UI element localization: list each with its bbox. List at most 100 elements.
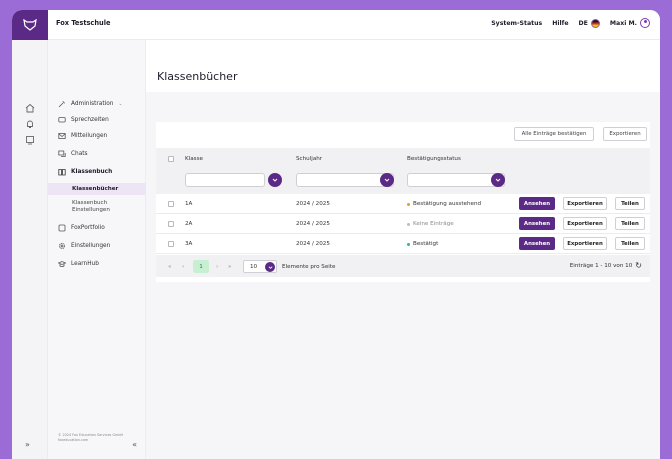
expand-rail-icon[interactable]: »	[25, 440, 30, 449]
row-checkbox[interactable]	[168, 221, 174, 227]
status-dot-pending-icon	[407, 202, 410, 206]
export-button[interactable]: Exportieren	[563, 217, 607, 230]
icon-rail: »	[12, 40, 48, 459]
graduation-icon	[58, 261, 66, 267]
sidebar-item-label: FoxPortfolio	[71, 225, 105, 231]
book-icon	[58, 169, 66, 176]
view-button[interactable]: Ansehen	[519, 217, 555, 230]
next-page-button[interactable]: ›	[216, 260, 218, 273]
view-button[interactable]: Ansehen	[519, 197, 555, 210]
filter-klasse-dropdown-button[interactable]	[268, 173, 282, 187]
sidebar-item-label: Chats	[71, 151, 88, 157]
select-all-checkbox[interactable]	[168, 156, 174, 162]
status-dot-empty-icon	[407, 222, 410, 226]
german-flag-icon	[590, 18, 600, 28]
share-button[interactable]: Teilen	[615, 237, 645, 250]
cell-status: Bestätigt	[407, 241, 438, 247]
sidebar-subitem-klassenbuecher[interactable]: Klassenbücher	[48, 183, 146, 195]
filter-schuljahr-select[interactable]	[296, 173, 394, 187]
per-page-label: Elemente pro Seite	[282, 264, 336, 270]
bell-icon[interactable]	[25, 114, 35, 128]
sidebar-item-klassenbuch[interactable]: Klassenbuch	[58, 165, 112, 179]
prev-page-button[interactable]: ‹	[182, 260, 184, 273]
view-button[interactable]: Ansehen	[519, 237, 555, 250]
collapse-sidebar-icon[interactable]: «	[132, 440, 137, 449]
sidebar-item-learnhub[interactable]: LearnHub	[58, 257, 99, 271]
filter-schuljahr-dropdown-button[interactable]	[380, 173, 394, 187]
page-size-value: 10	[250, 263, 258, 270]
mail-icon	[58, 133, 66, 139]
column-header-status[interactable]: Bestätigungsstatus	[407, 156, 461, 162]
entries-info: Einträge 1 - 10 von 10 ↻	[570, 261, 642, 270]
sidebar-footer: © 2024 Fox Education Services GmbH foxed…	[58, 433, 123, 443]
row-checkbox[interactable]	[168, 241, 174, 247]
cell-schuljahr: 2024 / 2025	[296, 221, 330, 227]
top-bar: Fox Testschule System-Status Hilfe DE Ma…	[12, 10, 660, 40]
sidebar-subitem-label-line2: Einstellungen	[72, 207, 110, 213]
page-size-select[interactable]: 10	[243, 260, 277, 273]
chevron-down-icon	[272, 178, 278, 182]
title-band: Klassenbücher	[146, 40, 660, 92]
column-header-klasse[interactable]: Klasse	[185, 156, 203, 162]
app-window: Fox Testschule System-Status Hilfe DE Ma…	[12, 10, 660, 459]
share-button[interactable]: Teilen	[615, 217, 645, 230]
chevron-down-icon: ⌄	[118, 101, 123, 107]
app-logo[interactable]	[12, 10, 48, 40]
status-text: Bestätigt	[413, 241, 439, 247]
portfolio-icon	[58, 224, 66, 232]
cell-status: Keine Einträge	[407, 221, 454, 227]
cell-klasse: 3A	[185, 241, 193, 247]
table-row: 3A 2024 / 2025 Bestätigt Ansehen Exporti…	[156, 234, 650, 254]
cell-schuljahr: 2024 / 2025	[296, 241, 330, 247]
row-checkbox[interactable]	[168, 201, 174, 207]
user-icon	[640, 18, 650, 28]
export-button[interactable]: Exportieren	[563, 237, 607, 250]
sidebar-subitem-label-line1: Klassenbuch	[72, 200, 108, 206]
page-title: Klassenbücher	[157, 70, 238, 83]
page-size-dropdown-button[interactable]	[265, 262, 275, 272]
first-page-button[interactable]: «	[168, 260, 171, 273]
user-menu[interactable]: Maxi M.	[610, 18, 650, 28]
sidebar-subitem-klassenbuch-einstellungen[interactable]: Klassenbuch Einstellungen	[48, 200, 146, 214]
cell-klasse: 1A	[185, 201, 193, 207]
cell-klasse: 2A	[185, 221, 193, 227]
sidebar-item-chats[interactable]: Chats	[58, 147, 88, 161]
chevron-down-icon	[495, 178, 501, 182]
chat-bubbles-icon	[58, 117, 66, 123]
sidebar-item-administration[interactable]: Administration ⌄	[58, 97, 123, 111]
fox-logo-icon	[23, 19, 37, 31]
last-page-button[interactable]: »	[228, 260, 231, 273]
classbook-table-card: Alle Einträge bestätigen Exportieren Kla…	[156, 122, 650, 282]
sidebar-item-sprechzeiten[interactable]: Sprechzeiten	[58, 113, 109, 127]
gear-icon	[59, 243, 65, 249]
sidebar: Administration ⌄ Sprechzeiten Mitteilung…	[48, 40, 146, 459]
system-status-link[interactable]: System-Status	[491, 20, 542, 27]
help-link[interactable]: Hilfe	[552, 20, 568, 27]
website-text: foxeducation.com	[58, 438, 89, 442]
sidebar-item-foxportfolio[interactable]: FoxPortfolio	[58, 221, 105, 235]
export-all-button[interactable]: Exportieren	[603, 127, 647, 141]
sidebar-item-mitteilungen[interactable]: Mitteilungen	[58, 129, 107, 143]
share-button[interactable]: Teilen	[615, 197, 645, 210]
sidebar-item-label: Klassenbuch	[71, 169, 113, 175]
confirm-all-button[interactable]: Alle Einträge bestätigen	[514, 127, 594, 141]
column-header-schuljahr[interactable]: Schuljahr	[296, 156, 322, 162]
chat-icon	[58, 150, 66, 157]
filter-klasse-select[interactable]	[185, 173, 265, 187]
table-row: 2A 2024 / 2025 Keine Einträge Ansehen Ex…	[156, 214, 650, 234]
sidebar-item-einstellungen[interactable]: Einstellungen	[58, 239, 110, 253]
status-text: Keine Einträge	[413, 221, 454, 227]
sidebar-item-label: Mitteilungen	[71, 133, 108, 139]
language-label: DE	[578, 19, 588, 27]
home-icon[interactable]	[25, 98, 35, 113]
chevron-down-icon	[384, 178, 390, 182]
filter-status-select[interactable]	[407, 173, 505, 187]
filter-status-dropdown-button[interactable]	[491, 173, 505, 187]
refresh-icon[interactable]: ↻	[635, 261, 642, 270]
page-1-button[interactable]: 1	[193, 260, 209, 273]
language-switch[interactable]: DE	[578, 18, 600, 28]
tasks-icon[interactable]	[25, 130, 35, 145]
export-button[interactable]: Exportieren	[563, 197, 607, 210]
sidebar-item-label: Sprechzeiten	[71, 117, 109, 123]
entries-label: Einträge 1 - 10 von 10	[569, 262, 633, 269]
